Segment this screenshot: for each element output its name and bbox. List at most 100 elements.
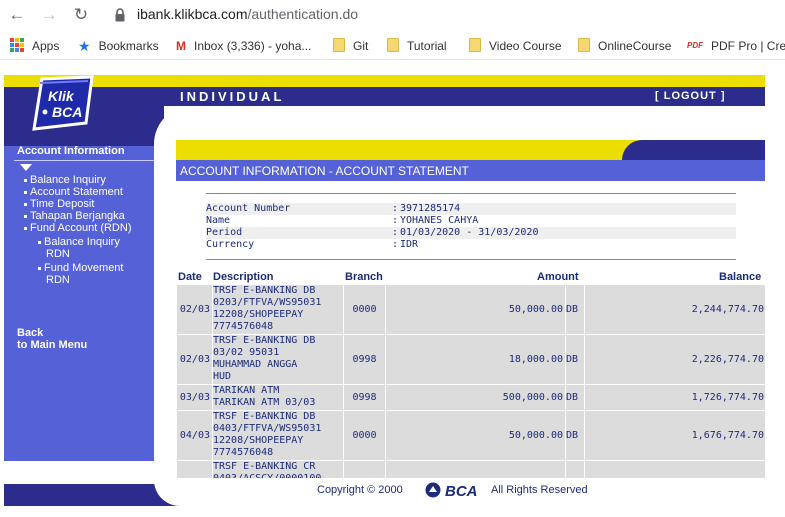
copyright-text: Copyright © 2000: [317, 484, 403, 496]
sidebar-divider: [14, 160, 154, 161]
cell-amount: 18,000.00: [386, 335, 565, 384]
cell-description: TARIKAN ATM TARIKAN ATM 03/03: [213, 385, 343, 410]
sidebar-item-account-statement[interactable]: Account Statement: [24, 186, 123, 198]
bookmark-label: Apps: [32, 39, 60, 53]
column-header-description: Description: [213, 271, 274, 283]
table-row: 03/03 TARIKAN ATM TARIKAN ATM 03/03 0998…: [177, 385, 765, 410]
info-row-name: Name: YOHANES CAHYA: [206, 215, 736, 227]
cell-amount: 500,000.00: [386, 385, 565, 410]
bullet-icon: [38, 266, 41, 270]
cell-date: 02/03: [177, 285, 212, 334]
expand-triangle-icon: [20, 164, 32, 171]
sidebar-subitem-label: Balance Inquiry: [44, 236, 120, 248]
bookmark-apps[interactable]: Apps: [10, 38, 59, 54]
sidebar-item-fund-account[interactable]: Fund Account (RDN): [24, 222, 131, 234]
cell-date: 04/03: [177, 411, 212, 460]
info-row-currency: Currency: IDR: [206, 239, 736, 251]
bca-footer-logo: BCA: [425, 482, 478, 499]
cell-type: DB: [566, 411, 584, 460]
cell-date: 02/03: [177, 335, 212, 384]
bookmark-pdf-pro[interactable]: PDF PDF Pro | Crea: [687, 38, 785, 54]
back-arrow-icon[interactable]: ←: [6, 4, 28, 26]
column-header-date: Date: [178, 271, 202, 283]
folder-icon: [387, 38, 399, 52]
cell-amount: 50,000.00: [386, 411, 565, 460]
logout-link[interactable]: [ LOGOUT ]: [655, 90, 726, 102]
page-title: ACCOUNT INFORMATION - ACCOUNT STATEMENT: [180, 164, 469, 178]
back-label-2: to Main Menu: [17, 339, 88, 351]
folder-icon: [469, 38, 481, 52]
info-value: 01/03/2020 - 31/03/2020: [400, 227, 539, 238]
reload-icon[interactable]: ↻: [70, 4, 92, 26]
logo-text-bca: BCA: [52, 104, 82, 120]
sidebar-subitem-label-2: RDN: [46, 248, 70, 260]
bookmark-label: OnlineCourse: [598, 39, 672, 53]
table-row: 02/03 TRSF E-BANKING DB 03/02 95031 MUHA…: [177, 335, 765, 384]
sidebar-item-balance-inquiry[interactable]: Balance Inquiry: [24, 174, 106, 186]
bookmark-label: Bookmarks: [98, 39, 159, 53]
sidebar-item-label: Time Deposit: [30, 198, 95, 210]
bookmarks-bar: Apps ★ Bookmarks M Inbox (3,336) - yoha...…: [0, 32, 785, 60]
bookmark-gmail-inbox[interactable]: M Inbox (3,336) - yoha...: [176, 38, 311, 54]
bookmark-tutorial[interactable]: Tutorial: [387, 38, 447, 54]
pdf-icon: PDF: [687, 41, 703, 50]
bullet-icon: [24, 214, 27, 218]
gmail-icon: M: [176, 39, 186, 53]
bookmark-video-course[interactable]: Video Course: [469, 38, 562, 54]
info-label: Period: [206, 227, 243, 238]
sidebar-subitem-label-2: RDN: [46, 274, 70, 286]
sidebar-subitem-label: Fund Movement: [44, 262, 124, 274]
cell-balance: 2,226,774.70: [585, 335, 765, 384]
info-row-account-number: Account Number:3971285174: [206, 203, 736, 215]
bookmark-onlinecourse[interactable]: OnlineCourse: [578, 38, 671, 54]
bullet-icon: [24, 202, 27, 206]
url-path: /authentication.do: [247, 6, 359, 22]
back-to-main-menu-link[interactable]: Back to Main Menu: [17, 327, 87, 351]
divider: [206, 193, 736, 194]
logo-text-klik: Klik: [48, 88, 75, 104]
folder-icon: [333, 38, 345, 52]
sidebar-title: Account Information: [17, 145, 125, 157]
column-header-balance: Balance: [719, 271, 762, 283]
bullet-icon: [38, 240, 41, 244]
info-label: Name: [206, 215, 231, 226]
cell-description: TRSF E-BANKING DB 0403/FTFVA/WS95031 122…: [213, 411, 343, 460]
star-icon: ★: [78, 38, 91, 54]
sidebar-subitem-balance-inquiry-rdn[interactable]: Balance Inquiry RDN: [38, 236, 120, 260]
table-row: 02/03 TRSF E-BANKING DB 0203/FTFVA/WS950…: [177, 285, 765, 334]
info-value: YOHANES CAHYA: [400, 215, 479, 226]
info-separator: :: [392, 227, 399, 238]
cell-amount: 50,000.00: [386, 285, 565, 334]
cell-branch: 0998: [344, 385, 385, 410]
bookmark-bookmarks[interactable]: ★ Bookmarks: [78, 38, 159, 54]
table-row: 04/03 TRSF E-BANKING DB 0403/FTFVA/WS950…: [177, 411, 765, 460]
bookmark-label: Inbox (3,336) - yoha...: [194, 39, 312, 53]
bullet-icon: [24, 226, 27, 230]
sidebar-item-tahapan-berjangka[interactable]: Tahapan Berjangka: [24, 210, 125, 222]
sidebar-item-label: Tahapan Berjangka: [30, 210, 125, 222]
bookmark-label: Git: [353, 39, 369, 53]
rights-text: All Rights Reserved: [491, 484, 588, 496]
cell-date: 03/03: [177, 385, 212, 410]
info-label: Account Number: [206, 203, 291, 214]
sidebar-item-time-deposit[interactable]: Time Deposit: [24, 198, 94, 210]
column-header-branch: Branch: [345, 271, 383, 283]
url-host: ibank.klikbca.com: [137, 6, 248, 22]
info-separator: :: [392, 239, 399, 250]
cell-balance: 1,676,774.70: [585, 411, 765, 460]
header-yellow-strip: [4, 75, 765, 87]
cell-description: TRSF E-BANKING DB 0203/FTFVA/WS95031 122…: [213, 285, 343, 334]
bookmark-label: Video Course: [489, 39, 562, 53]
bookmark-git[interactable]: Git: [333, 38, 368, 54]
apps-icon: [10, 38, 24, 52]
forward-arrow-icon[interactable]: →: [38, 4, 60, 26]
info-value: 3971285174: [400, 203, 461, 214]
divider: [206, 259, 736, 260]
klikbca-logo[interactable]: Klik BCA: [28, 75, 100, 131]
back-label: Back: [17, 327, 44, 339]
cell-type: DB: [566, 385, 584, 410]
address-bar[interactable]: ibank.klikbca.com/authentication.do: [137, 6, 358, 22]
column-header-amount: Amount: [537, 271, 579, 283]
cell-type: DB: [566, 285, 584, 334]
sidebar-subitem-fund-movement-rdn[interactable]: Fund Movement RDN: [38, 262, 123, 286]
